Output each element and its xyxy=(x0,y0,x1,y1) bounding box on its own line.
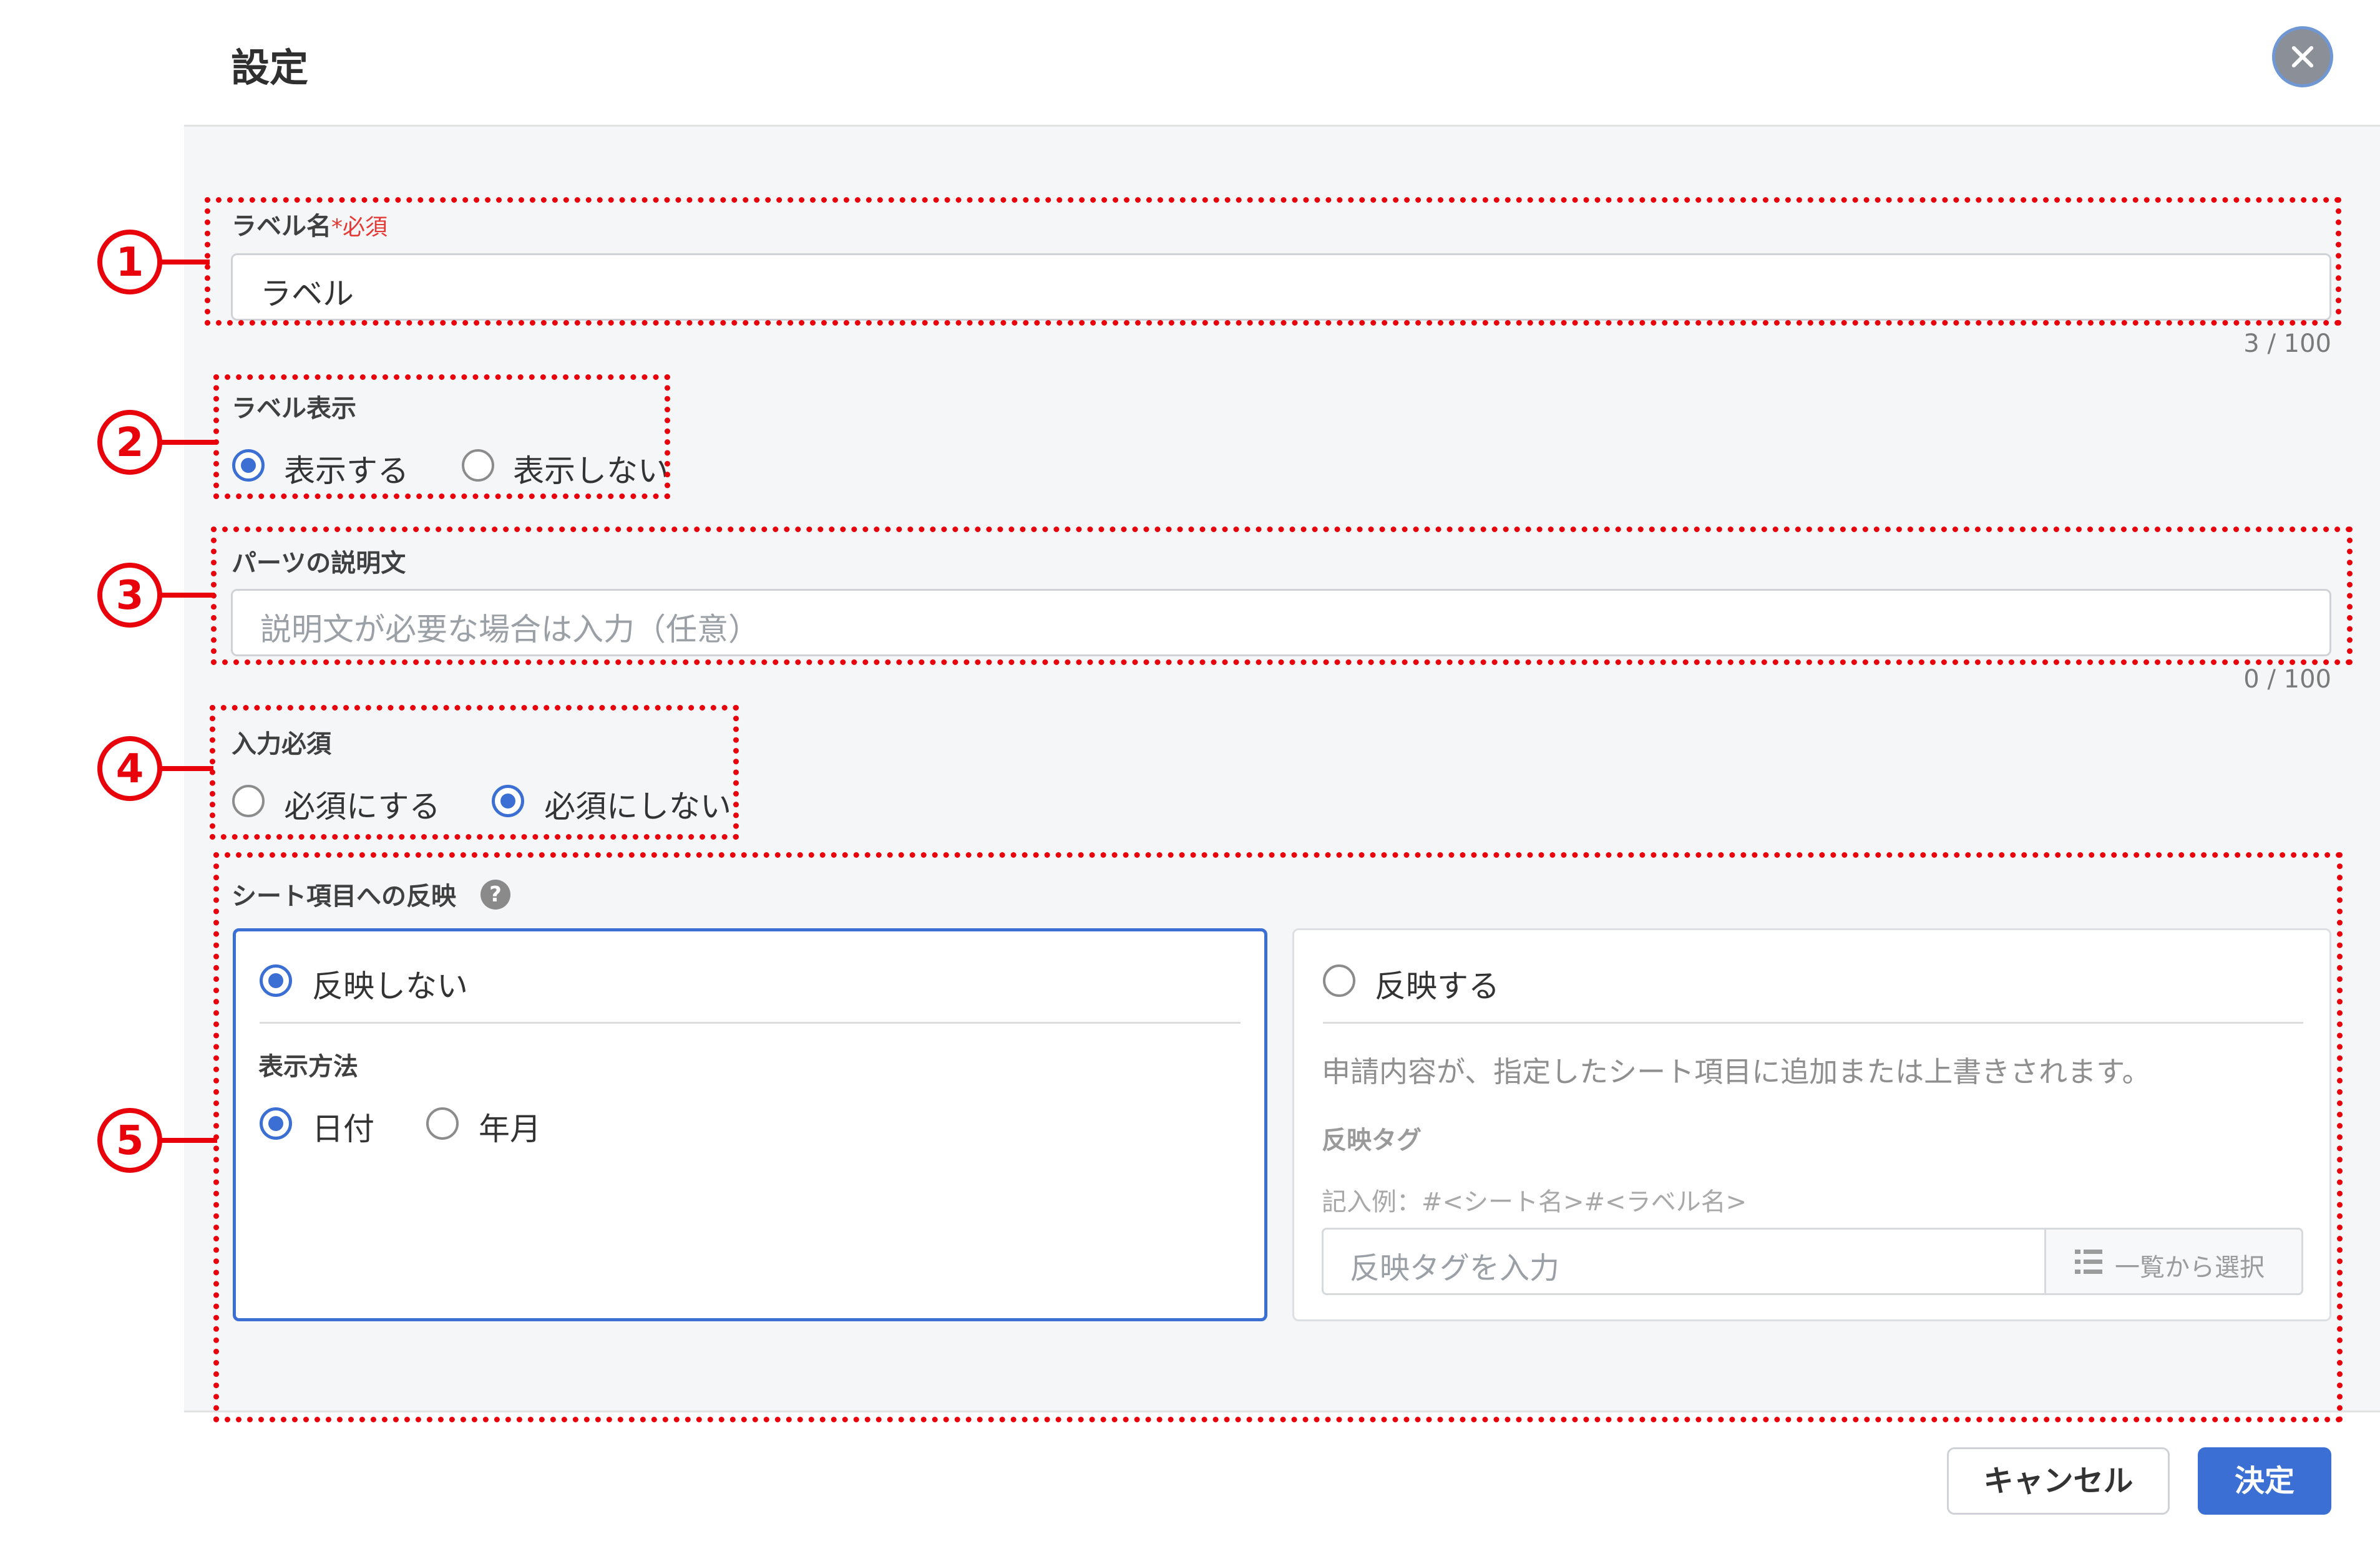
annotation-leader-5 xyxy=(161,1138,217,1143)
annotation-leader-4 xyxy=(161,766,213,771)
annotation-marker-5: 5 xyxy=(97,1108,162,1173)
annotation-box-2 xyxy=(213,374,670,499)
cancel-button[interactable]: キャンセル xyxy=(1947,1447,2170,1515)
annotation-box-4 xyxy=(210,705,739,840)
annotation-box-3 xyxy=(211,527,2353,665)
annotation-leader-1 xyxy=(161,260,210,265)
annotation-marker-3: 3 xyxy=(97,563,162,628)
annotation-marker-2: 2 xyxy=(97,410,162,475)
annotation-marker-1: 1 xyxy=(97,230,162,294)
annotation-leader-3 xyxy=(161,593,215,598)
annotation-box-1 xyxy=(205,197,2341,326)
label-name-counter: 3 / 100 xyxy=(2243,329,2331,358)
close-icon[interactable] xyxy=(2272,26,2333,87)
annotation-marker-4: 4 xyxy=(97,736,162,801)
ok-button[interactable]: 決定 xyxy=(2198,1447,2331,1515)
annotation-box-5 xyxy=(213,852,2343,1422)
description-counter: 0 / 100 xyxy=(2243,665,2331,694)
annotation-leader-2 xyxy=(161,440,217,445)
dialog-title: 設定 xyxy=(231,45,309,90)
